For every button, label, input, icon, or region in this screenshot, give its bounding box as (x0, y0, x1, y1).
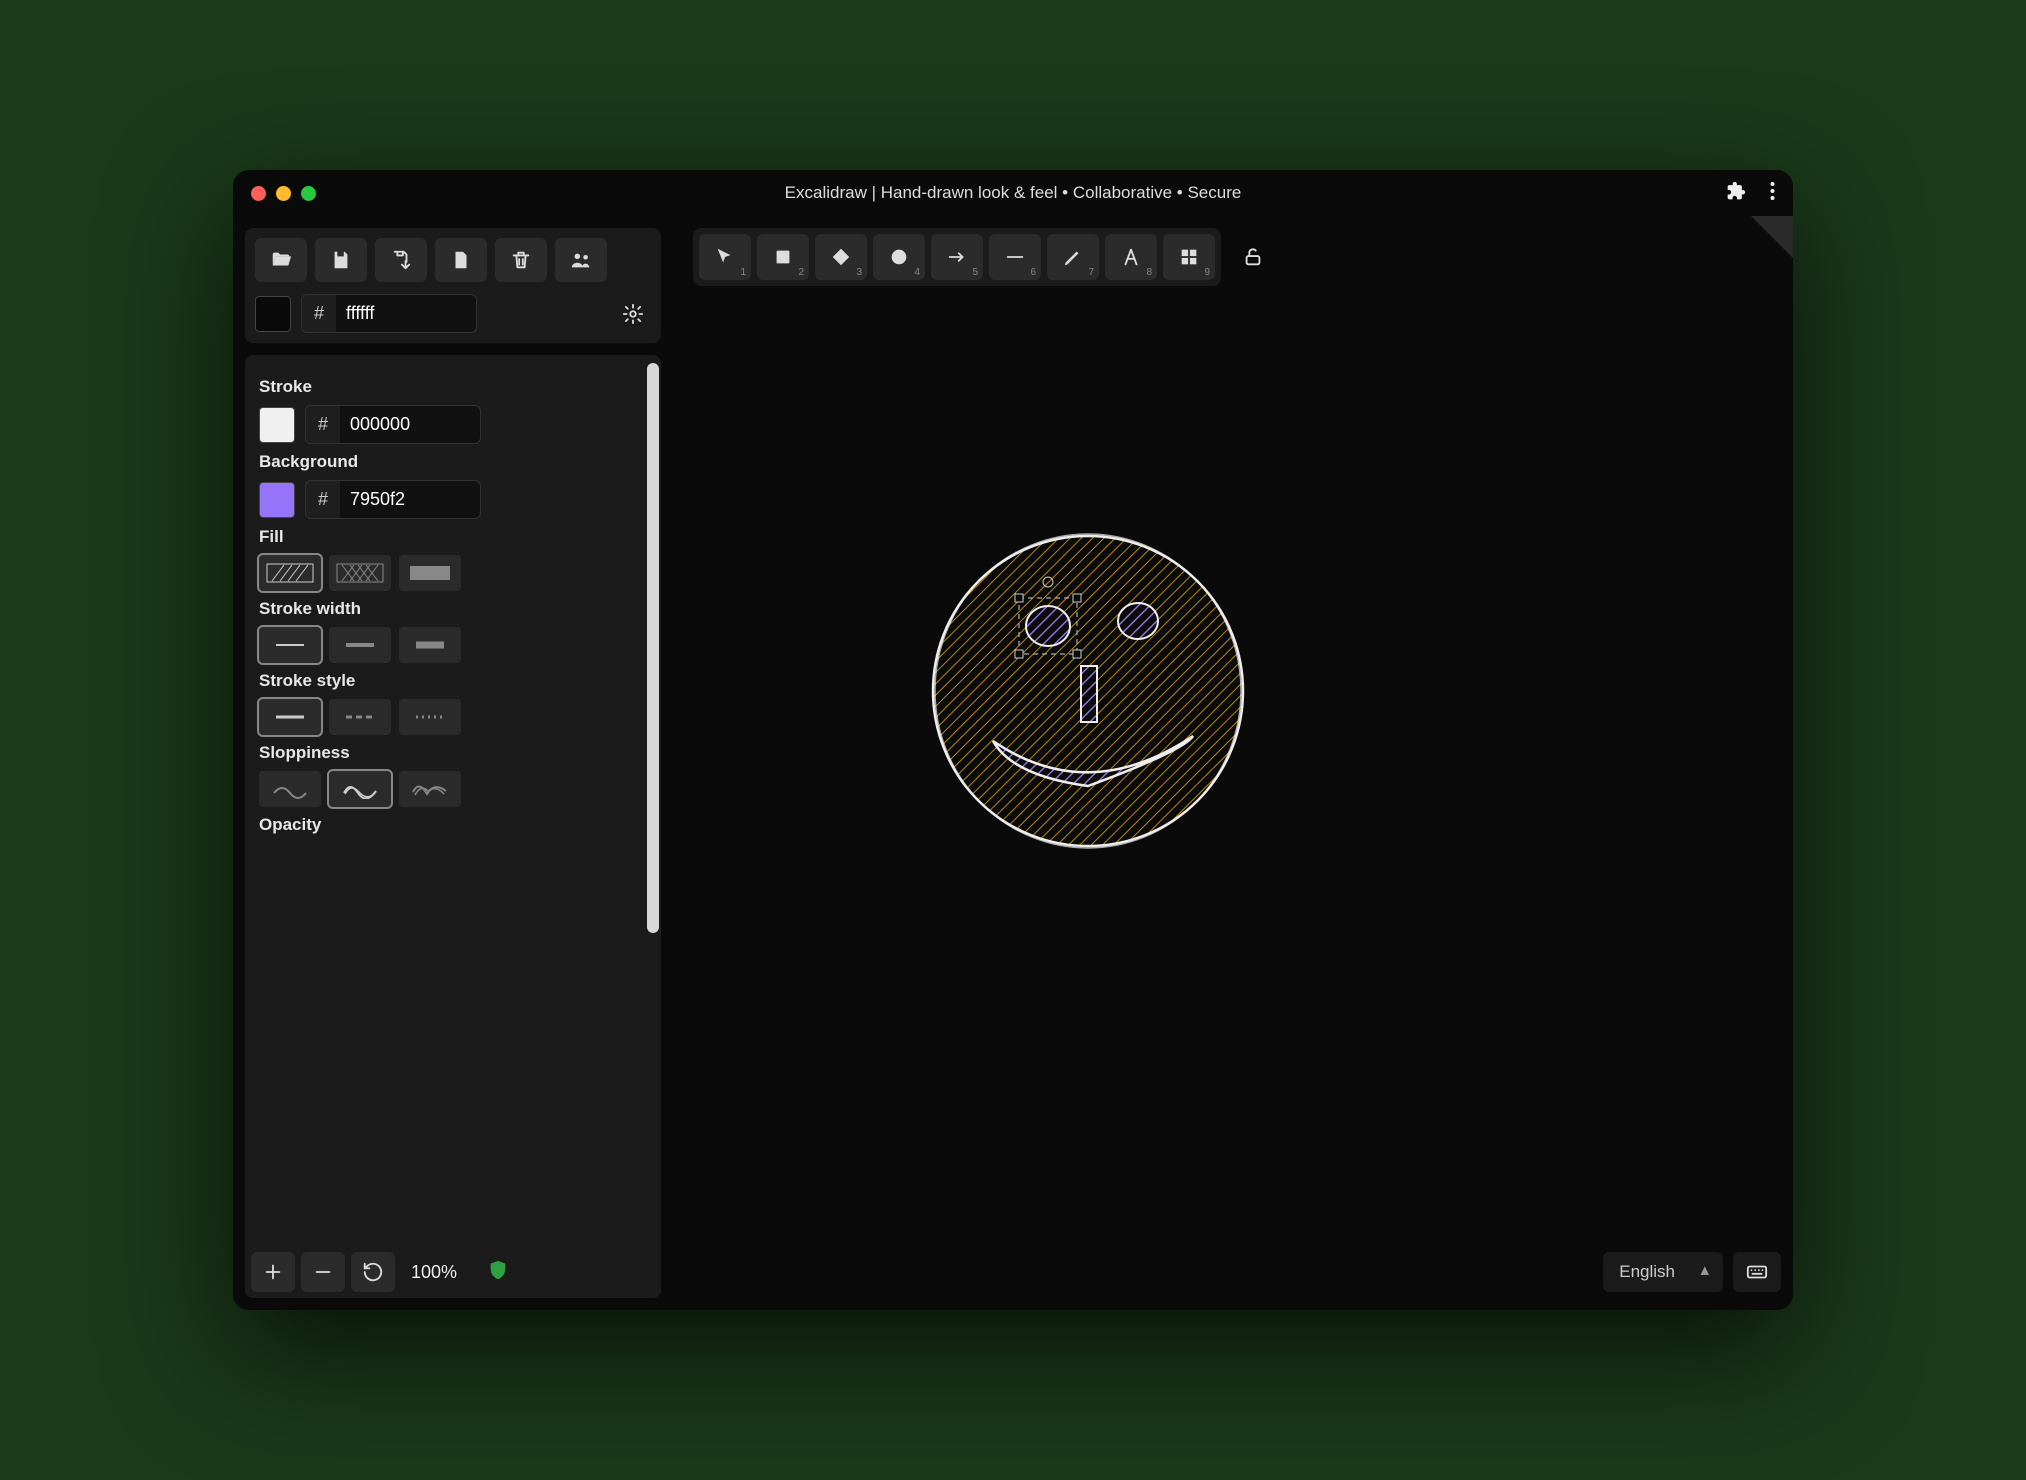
tool-line[interactable]: 6 (989, 234, 1041, 280)
language-selected-label: English (1619, 1262, 1675, 1281)
tool-ellipse[interactable]: 4 (873, 234, 925, 280)
stroke-style-dotted-button[interactable] (399, 699, 461, 735)
app-window: Excalidraw | Hand-drawn look & feel • Co… (233, 170, 1793, 1310)
window-controls (251, 186, 316, 201)
opacity-label: Opacity (259, 815, 647, 835)
collaborate-button[interactable] (555, 238, 607, 282)
background-color-swatch[interactable] (259, 482, 295, 518)
keyboard-shortcuts-button[interactable] (1733, 1252, 1781, 1292)
hash-label: # (306, 481, 340, 518)
bottom-bar: 100% English (245, 1246, 1781, 1298)
maximize-window-button[interactable] (301, 186, 316, 201)
stroke-style-dashed-button[interactable] (329, 699, 391, 735)
export-button[interactable] (435, 238, 487, 282)
encryption-shield-icon[interactable] (487, 1258, 509, 1287)
stroke-color-input[interactable] (340, 406, 480, 443)
canvas-color-input[interactable] (336, 295, 476, 332)
sloppiness-label: Sloppiness (259, 743, 647, 763)
shape-toolbar: 1 2 3 4 5 (693, 228, 1273, 286)
background-color-input[interactable] (340, 481, 480, 518)
zoom-reset-button[interactable] (351, 1252, 395, 1292)
zoom-in-button[interactable] (251, 1252, 295, 1292)
close-window-button[interactable] (251, 186, 266, 201)
more-menu-icon[interactable] (1770, 181, 1775, 206)
stroke-width-label: Stroke width (259, 599, 647, 619)
stroke-color-swatch[interactable] (259, 407, 295, 443)
window-title: Excalidraw | Hand-drawn look & feel • Co… (233, 183, 1793, 203)
sloppiness-architect-button[interactable] (259, 771, 321, 807)
sloppiness-cartoonist-button[interactable] (399, 771, 461, 807)
left-sidebar: # Stroke # Bac (233, 216, 673, 1310)
stroke-style-solid-button[interactable] (259, 699, 321, 735)
element-properties-panel: Stroke # Background # Fill (245, 355, 661, 1298)
save-button[interactable] (315, 238, 367, 282)
canvas[interactable] (673, 216, 1793, 1310)
sloppiness-artist-button[interactable] (329, 771, 391, 807)
tool-library[interactable]: 9 (1163, 234, 1215, 280)
tool-selection[interactable]: 1 (699, 234, 751, 280)
canvas-color-swatch[interactable] (255, 296, 291, 332)
minimize-window-button[interactable] (276, 186, 291, 201)
lock-toggle[interactable] (1233, 237, 1273, 277)
tool-arrow[interactable]: 5 (931, 234, 983, 280)
language-select[interactable]: English (1603, 1252, 1723, 1292)
tool-text[interactable]: 8 (1105, 234, 1157, 280)
drawing-smiley[interactable] (923, 526, 1253, 861)
fill-solid-button[interactable] (399, 555, 461, 591)
open-button[interactable] (255, 238, 307, 282)
stroke-width-thin-button[interactable] (259, 627, 321, 663)
extensions-icon[interactable] (1726, 181, 1746, 206)
zoom-out-button[interactable] (301, 1252, 345, 1292)
settings-button[interactable] (615, 296, 651, 332)
fill-crosshatch-button[interactable] (329, 555, 391, 591)
stroke-width-medium-button[interactable] (329, 627, 391, 663)
tool-rectangle[interactable]: 2 (757, 234, 809, 280)
tool-freedraw[interactable]: 7 (1047, 234, 1099, 280)
titlebar: Excalidraw | Hand-drawn look & feel • Co… (233, 170, 1793, 216)
canvas-color-input-wrap: # (301, 294, 477, 333)
zoom-value[interactable]: 100% (401, 1262, 467, 1283)
hash-label: # (306, 406, 340, 443)
stroke-label: Stroke (259, 377, 647, 397)
properties-scrollbar[interactable] (647, 363, 659, 933)
background-label: Background (259, 452, 647, 472)
github-corner[interactable] (1751, 216, 1793, 258)
file-actions-panel: # (245, 228, 661, 343)
hash-label: # (302, 295, 336, 332)
app-body: 1 2 3 4 5 (233, 216, 1793, 1310)
zoom-controls: 100% (245, 1246, 473, 1298)
tool-diamond[interactable]: 3 (815, 234, 867, 280)
save-as-button[interactable] (375, 238, 427, 282)
fill-label: Fill (259, 527, 647, 547)
stroke-style-label: Stroke style (259, 671, 647, 691)
clear-canvas-button[interactable] (495, 238, 547, 282)
stroke-width-thick-button[interactable] (399, 627, 461, 663)
fill-hachure-button[interactable] (259, 555, 321, 591)
